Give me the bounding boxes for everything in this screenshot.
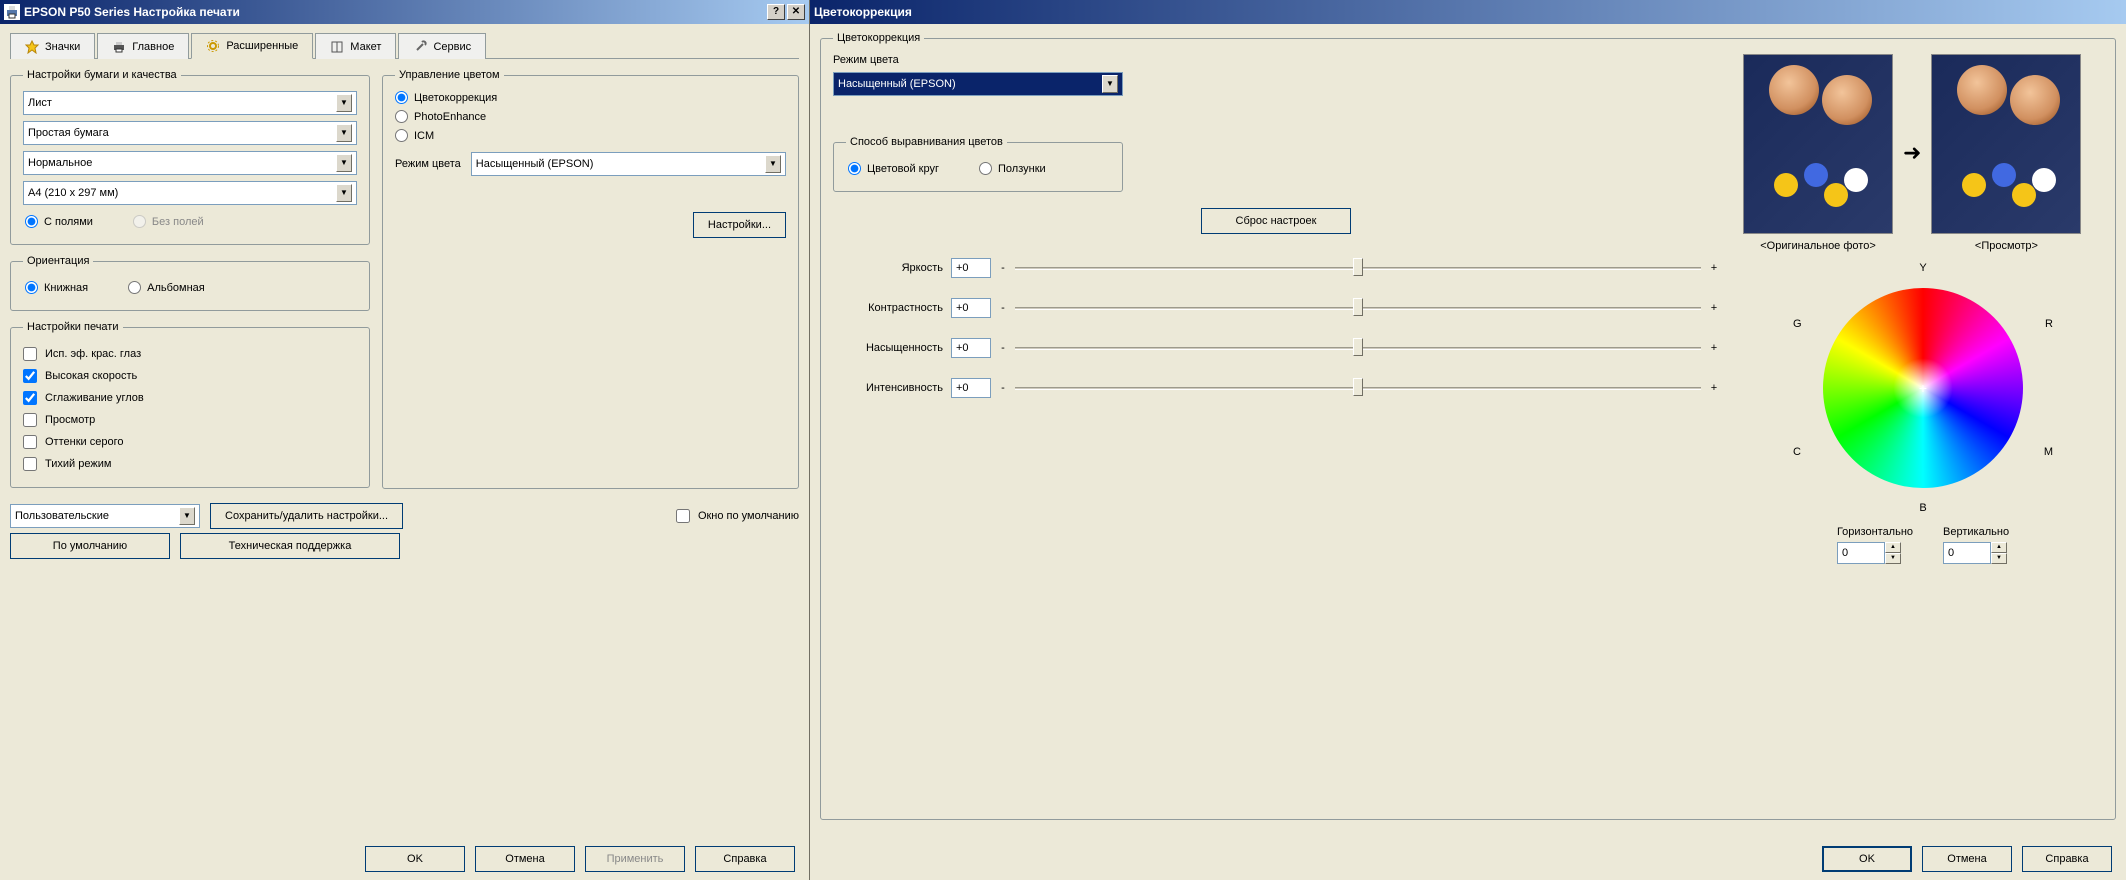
reset-settings-button[interactable]: Сброс настроек — [1201, 208, 1351, 234]
help-button[interactable]: ? — [767, 4, 785, 20]
tab-icons[interactable]: Значки — [10, 33, 95, 59]
original-photo — [1743, 54, 1893, 234]
dialog-button-bar-right: OK Отмена Справка — [810, 838, 2126, 880]
help-button-bottom[interactable]: Справка — [695, 846, 795, 872]
media-type-combo[interactable]: Простая бумага▼ — [23, 121, 357, 145]
spin-up-icon[interactable]: ▲ — [1991, 542, 2007, 553]
tab-layout[interactable]: Макет — [315, 33, 396, 59]
print-settings-window: EPSON P50 Series Настройка печати ? ✕ Зн… — [0, 0, 810, 880]
wrench-icon — [413, 40, 427, 54]
borderless-radio[interactable]: Без полей — [133, 215, 204, 228]
vertical-label: Вертикально — [1943, 526, 2009, 538]
highspeed-checkbox[interactable]: Высокая скорость — [23, 365, 357, 387]
default-window-checkbox[interactable]: Окно по умолчанию — [676, 505, 799, 527]
save-delete-settings-button[interactable]: Сохранить/удалить настройки... — [210, 503, 403, 529]
cancel-button[interactable]: Отмена — [475, 846, 575, 872]
titlebar-left[interactable]: EPSON P50 Series Настройка печати ? ✕ — [0, 0, 809, 24]
paper-quality-group: Настройки бумаги и качества Лист▼ Проста… — [10, 69, 370, 245]
paper-size-combo[interactable]: A4 (210 x 297 мм)▼ — [23, 181, 357, 205]
defaults-button[interactable]: По умолчанию — [10, 533, 170, 559]
printer-icon — [4, 4, 20, 20]
color-mode-combo[interactable]: Насыщенный (EPSON)▼ — [471, 152, 786, 176]
redeye-checkbox[interactable]: Исп. эф. крас. глаз — [23, 343, 357, 365]
color-settings-button[interactable]: Настройки... — [693, 212, 786, 238]
color-mode-combo2[interactable]: Насыщенный (EPSON)▼ — [833, 72, 1123, 96]
brightness-value[interactable] — [951, 258, 991, 278]
print-options-group: Настройки печати Исп. эф. крас. глаз Выс… — [10, 321, 370, 488]
contrast-slider[interactable]: Контрастность - + — [833, 298, 1719, 318]
quiet-mode-checkbox[interactable]: Тихий режим — [23, 453, 357, 475]
contrast-value[interactable] — [951, 298, 991, 318]
color-correction-radio[interactable]: Цветокоррекция — [395, 91, 786, 104]
chevron-down-icon: ▼ — [336, 124, 352, 142]
portrait-radio[interactable]: Книжная — [25, 281, 88, 294]
printer-tab-icon — [112, 40, 126, 54]
grayscale-checkbox[interactable]: Оттенки серого — [23, 431, 357, 453]
horizontal-spinner[interactable]: ▲▼ — [1837, 542, 1913, 564]
intensity-value[interactable] — [951, 378, 991, 398]
icm-radio[interactable]: ICM — [395, 129, 786, 142]
chevron-down-icon: ▼ — [336, 154, 352, 172]
original-label: <Оригинальное фото> — [1743, 240, 1893, 252]
landscape-radio[interactable]: Альбомная — [128, 281, 205, 294]
preset-combo[interactable]: Пользовательские▼ — [10, 504, 200, 528]
sliders-radio[interactable]: Ползунки — [979, 162, 1046, 175]
with-borders-radio[interactable]: С полями — [25, 215, 93, 228]
color-correction-group: Цветокоррекция Режим цвета Насыщенный (E… — [820, 32, 2116, 820]
layout-icon — [330, 40, 344, 54]
preview-photo — [1931, 54, 2081, 234]
vertical-spinner[interactable]: ▲▼ — [1943, 542, 2009, 564]
spin-down-icon[interactable]: ▼ — [1885, 553, 1901, 564]
edge-smoothing-checkbox[interactable]: Сглаживание углов — [23, 387, 357, 409]
saturation-slider[interactable]: Насыщенность - + — [833, 338, 1719, 358]
chevron-down-icon: ▼ — [336, 184, 352, 202]
close-button[interactable]: ✕ — [787, 4, 805, 20]
titlebar-text: EPSON P50 Series Настройка печати — [24, 5, 240, 19]
photoenhance-radio[interactable]: PhotoEnhance — [395, 110, 786, 123]
color-management-group: Управление цветом Цветокоррекция PhotoEn… — [382, 69, 799, 489]
alignment-group: Способ выравнивания цветов Цветовой круг… — [833, 136, 1123, 192]
tab-main[interactable]: Главное — [97, 33, 189, 59]
arrow-right-icon: ➜ — [1893, 140, 1931, 166]
ok-button[interactable]: OK — [365, 846, 465, 872]
spin-up-icon[interactable]: ▲ — [1885, 542, 1901, 553]
spin-down-icon[interactable]: ▼ — [1991, 553, 2007, 564]
preview-label: <Просмотр> — [1931, 240, 2081, 252]
titlebar-right[interactable]: Цветокоррекция — [810, 0, 2126, 24]
tab-bar: Значки Главное Расширенные Макет Сервис — [10, 32, 799, 59]
preview-checkbox[interactable]: Просмотр — [23, 409, 357, 431]
star-icon — [25, 40, 39, 54]
paper-source-combo[interactable]: Лист▼ — [23, 91, 357, 115]
apply-button[interactable]: Применить — [585, 846, 685, 872]
color-wheel[interactable]: + Y R M B C G — [1793, 258, 2053, 518]
chevron-down-icon: ▼ — [765, 155, 781, 173]
intensity-slider[interactable]: Интенсивность - + — [833, 378, 1719, 398]
gear-icon — [206, 39, 220, 53]
chevron-down-icon: ▼ — [1102, 75, 1118, 93]
titlebar-text-right: Цветокоррекция — [814, 5, 912, 19]
color-mode-label2: Режим цвета — [833, 54, 1719, 66]
saturation-value[interactable] — [951, 338, 991, 358]
horizontal-label: Горизонтально — [1837, 526, 1913, 538]
ok-button2[interactable]: OK — [1822, 846, 1912, 872]
chevron-down-icon: ▼ — [336, 94, 352, 112]
color-correction-window: Цветокоррекция Цветокоррекция Режим цвет… — [810, 0, 2126, 880]
color-wheel-radio[interactable]: Цветовой круг — [848, 162, 939, 175]
brightness-slider[interactable]: Яркость - + — [833, 258, 1719, 278]
quality-combo[interactable]: Нормальное▼ — [23, 151, 357, 175]
cancel-button2[interactable]: Отмена — [1922, 846, 2012, 872]
color-mode-label: Режим цвета — [395, 158, 461, 170]
orientation-group: Ориентация Книжная Альбомная — [10, 255, 370, 311]
dialog-button-bar-left: OK Отмена Применить Справка — [0, 838, 809, 880]
chevron-down-icon: ▼ — [179, 507, 195, 525]
tab-service[interactable]: Сервис — [398, 33, 486, 59]
tech-support-button[interactable]: Техническая поддержка — [180, 533, 400, 559]
help-button2[interactable]: Справка — [2022, 846, 2112, 872]
tab-advanced[interactable]: Расширенные — [191, 33, 313, 59]
